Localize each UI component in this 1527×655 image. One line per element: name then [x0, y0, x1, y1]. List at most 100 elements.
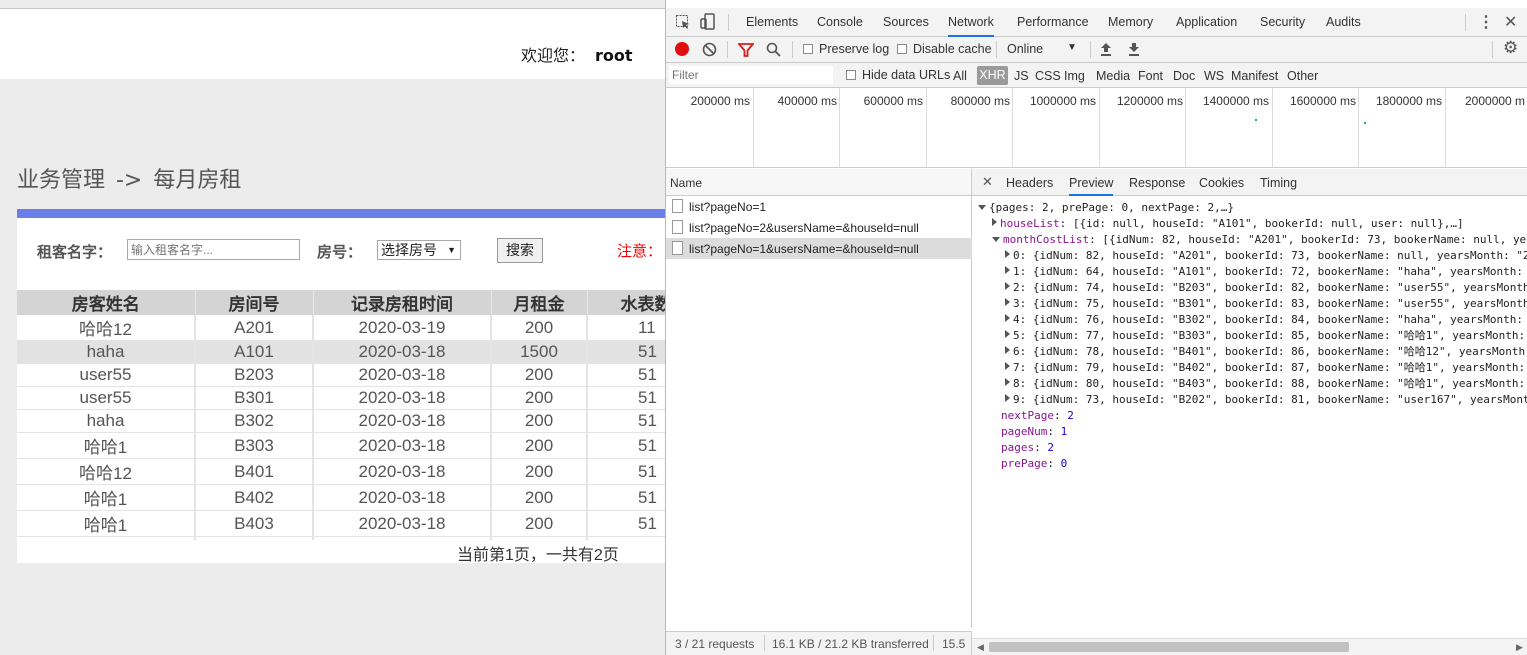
tab-security[interactable]: Security: [1260, 15, 1305, 29]
type-filter-css[interactable]: CSS: [1035, 69, 1061, 83]
timeline-gridline: [1445, 88, 1446, 168]
preserve-log-checkbox[interactable]: Preserve log: [803, 42, 889, 56]
request-row-selected[interactable]: list?pageNo=1&usersName=&houseId=null: [666, 238, 972, 259]
type-filter-xhr[interactable]: XHR: [977, 66, 1008, 85]
record-icon[interactable]: [675, 42, 689, 56]
json-key: pageNum: [1001, 425, 1048, 438]
json-value: : [{id: null, houseId: "A101", bookerId:…: [1059, 217, 1464, 230]
timeline-tick-label: 1200000 ms: [1116, 94, 1183, 108]
expand-triangle-icon: [1005, 250, 1010, 258]
export-har-icon[interactable]: [1127, 41, 1141, 57]
table-cell: 200: [491, 510, 588, 537]
tab-console[interactable]: Console: [817, 15, 863, 29]
expand-triangle-icon: [1005, 362, 1010, 370]
separator: [727, 41, 728, 58]
type-filter-manifest[interactable]: Manifest: [1231, 69, 1278, 83]
tab-cookies[interactable]: Cookies: [1199, 176, 1244, 190]
network-status-bar: 3 / 21 requests 16.1 KB / 21.2 KB transf…: [666, 631, 972, 655]
tab-response[interactable]: Response: [1129, 176, 1185, 190]
settings-gear-icon[interactable]: ⚙: [1503, 38, 1518, 58]
json-house-list[interactable]: houseList: [{id: null, houseId: "A101", …: [992, 216, 1464, 232]
type-filter-all[interactable]: All: [953, 69, 967, 83]
network-overview-timeline[interactable]: 200000 ms 400000 ms 600000 ms 800000 ms …: [666, 88, 1527, 168]
tenant-name-input[interactable]: [127, 239, 300, 260]
request-row[interactable]: list?pageNo=1: [666, 196, 972, 217]
clear-icon[interactable]: [702, 42, 717, 57]
table-cell: 51: [587, 363, 665, 387]
search-icon[interactable]: [766, 42, 782, 58]
column-header: 房间号: [195, 290, 314, 315]
expand-triangle-icon: [1005, 378, 1010, 386]
type-filter-media[interactable]: Media: [1096, 69, 1130, 83]
type-filter-img[interactable]: Img: [1064, 69, 1085, 83]
request-row[interactable]: list?pageNo=2&usersName=&houseId=null: [666, 217, 972, 238]
hide-data-urls-checkbox[interactable]: Hide data URLs: [846, 68, 950, 82]
table-cell: A101: [195, 340, 314, 364]
type-filter-js[interactable]: JS: [1014, 69, 1029, 83]
json-root[interactable]: {pages: 2, prePage: 0, nextPage: 2,…}: [978, 200, 1234, 216]
file-icon: [672, 199, 683, 213]
json-key: pages: [1001, 441, 1035, 454]
tab-application[interactable]: Application: [1176, 15, 1237, 29]
collapse-triangle-icon: [992, 237, 1000, 242]
table-cell: 200: [491, 386, 588, 410]
tab-network[interactable]: Network: [948, 15, 994, 37]
throttle-value: Online: [1007, 42, 1044, 56]
throttle-select[interactable]: Online ▼: [1007, 42, 1077, 56]
json-month-cost-list[interactable]: monthCostList: [{idNum: 82, houseId: "A2…: [992, 232, 1527, 248]
json-list-item[interactable]: 5: {idNum: 77, houseId: "B303", bookerId…: [1005, 328, 1527, 344]
filter-input[interactable]: [669, 66, 833, 84]
filter-icon[interactable]: [738, 42, 754, 58]
disable-cache-label: Disable cache: [913, 42, 992, 56]
table-cell: 200: [491, 363, 588, 387]
tab-sources[interactable]: Sources: [883, 15, 929, 29]
tab-audits[interactable]: Audits: [1326, 15, 1361, 29]
expand-triangle-icon: [1005, 298, 1010, 306]
tab-headers[interactable]: Headers: [1006, 176, 1053, 190]
horizontal-scrollbar[interactable]: ◀ ▶: [972, 638, 1527, 655]
type-filter-other[interactable]: Other: [1287, 69, 1318, 83]
import-har-icon[interactable]: [1099, 41, 1113, 57]
type-filter-doc[interactable]: Doc: [1173, 69, 1195, 83]
json-list-item[interactable]: 1: {idNum: 64, houseId: "A101", bookerId…: [1005, 264, 1527, 280]
inspect-element-icon[interactable]: [675, 14, 691, 30]
more-options-icon[interactable]: ⋮: [1478, 12, 1494, 32]
json-list-item[interactable]: 8: {idNum: 80, houseId: "B403", bookerId…: [1005, 376, 1527, 392]
tab-preview[interactable]: Preview: [1069, 176, 1114, 196]
json-list-item[interactable]: 6: {idNum: 78, houseId: "B401", bookerId…: [1005, 344, 1525, 360]
json-list-item[interactable]: 7: {idNum: 79, houseId: "B402", bookerId…: [1005, 360, 1527, 376]
json-item-text: 1: {idNum: 64, houseId: "A101", bookerId…: [1013, 265, 1527, 278]
device-toolbar-icon[interactable]: [700, 13, 716, 31]
table-cell: user55: [17, 386, 196, 410]
json-list-item[interactable]: 9: {idNum: 73, houseId: "B202", bookerId…: [1005, 392, 1527, 408]
checkbox-box: [803, 44, 813, 54]
house-number-select[interactable]: 选择房号 ▼: [377, 240, 461, 260]
table-cell: B401: [195, 458, 314, 485]
separator: [728, 14, 729, 31]
json-list-item[interactable]: 0: {idNum: 82, houseId: "A201", bookerId…: [1005, 248, 1527, 264]
scroll-right-icon[interactable]: ▶: [1516, 642, 1523, 653]
tab-memory[interactable]: Memory: [1108, 15, 1153, 29]
search-button[interactable]: 搜索: [497, 238, 543, 263]
request-name-header[interactable]: Name: [666, 169, 972, 196]
json-list-item[interactable]: 3: {idNum: 75, houseId: "B301", bookerId…: [1005, 296, 1527, 312]
tab-elements[interactable]: Elements: [746, 15, 798, 29]
devtools-top-margin: [666, 0, 1527, 8]
timeline-gridline: [1358, 88, 1359, 168]
json-list-item[interactable]: 2: {idNum: 74, houseId: "B203", bookerId…: [1005, 280, 1527, 296]
close-devtools-icon[interactable]: ✕: [1504, 12, 1517, 32]
timeline-request-mark: [1364, 122, 1366, 124]
tab-performance[interactable]: Performance: [1017, 15, 1089, 29]
type-filter-font[interactable]: Font: [1138, 69, 1163, 83]
scroll-left-icon[interactable]: ◀: [977, 642, 984, 653]
table-cell: user55: [17, 363, 196, 387]
json-item-text: 0: {idNum: 82, houseId: "A201", bookerId…: [1013, 249, 1527, 262]
table-cell: 51: [587, 484, 665, 511]
tab-timing[interactable]: Timing: [1260, 176, 1297, 190]
close-detail-icon[interactable]: ✕: [982, 174, 993, 190]
json-list-item[interactable]: 4: {idNum: 76, houseId: "B302", bookerId…: [1005, 312, 1527, 328]
type-filter-ws[interactable]: WS: [1204, 69, 1224, 83]
disable-cache-checkbox[interactable]: Disable cache: [897, 42, 992, 56]
table-cell: 2020-03-18: [313, 432, 492, 459]
scrollbar-thumb[interactable]: [989, 642, 1349, 652]
